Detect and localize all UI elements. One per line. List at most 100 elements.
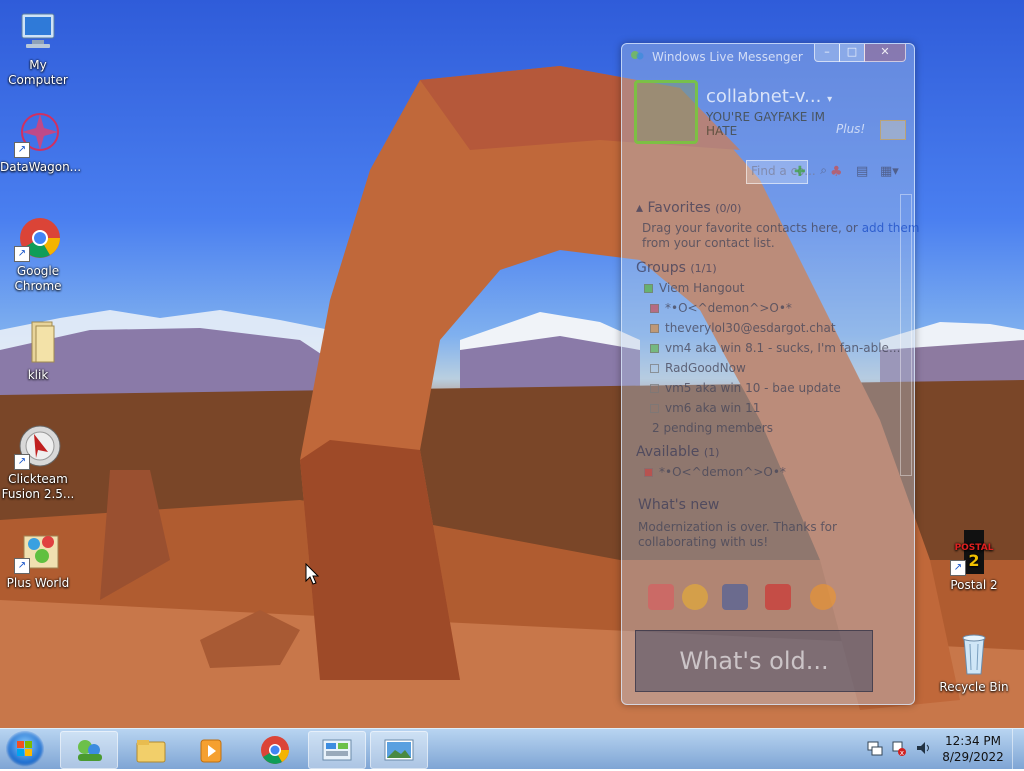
contact-item[interactable]: vm6 aka win 11: [650, 401, 760, 415]
taskbar-control-panel-button[interactable]: [308, 731, 366, 769]
menu-icon[interactable]: ▦▾: [880, 164, 906, 180]
messenger-buddy-icon: [630, 50, 644, 62]
start-button[interactable]: [6, 731, 44, 767]
taskbar-clock[interactable]: 12:34 PM 8/29/2022: [940, 733, 1006, 765]
desktop-icon-google-chrome[interactable]: ↗ Google Chrome: [0, 214, 76, 294]
media-player-icon: [200, 739, 222, 763]
desktop-icon-plus-world[interactable]: ↗ Plus World: [0, 526, 76, 591]
contact-item[interactable]: RadGoodNow: [650, 361, 746, 375]
control-panel-icon: [322, 739, 352, 761]
datawagon-icon: ↗: [14, 110, 62, 158]
window-title: Windows Live Messenger: [652, 50, 803, 64]
minimize-button[interactable]: –: [814, 44, 840, 62]
messenger-window[interactable]: Windows Live Messenger – □ ✕ collabnet-v…: [621, 43, 920, 705]
busy-status-icon: [650, 304, 659, 313]
postal2-icon: POSTAL 2 ↗: [950, 528, 998, 576]
profile-picture[interactable]: [634, 80, 698, 144]
shortcut-arrow-icon: ↗: [14, 142, 30, 158]
desktop-icon-label: Google Chrome: [14, 264, 62, 293]
status-message[interactable]: YOU'RE GAYFAKE IM HATE: [706, 110, 826, 138]
taskbar-media-player-button[interactable]: [182, 731, 240, 769]
shortcut-arrow-icon: ↗: [14, 558, 30, 574]
taskbar-explorer-button[interactable]: [122, 731, 180, 769]
busy-status-icon: [644, 468, 653, 477]
offline-status-icon: [650, 364, 659, 373]
facebook-icon[interactable]: [722, 584, 748, 610]
youtube-icon[interactable]: [765, 584, 791, 610]
show-desktop-button[interactable]: [1012, 729, 1024, 769]
messenger-icon: [78, 740, 102, 761]
shortcut-arrow-icon: ↗: [950, 560, 966, 576]
promo-banner[interactable]: What's old...: [635, 630, 873, 692]
contact-item[interactable]: vm5 aka win 10 - bae update: [650, 381, 841, 395]
recycle-bin-icon: [950, 630, 998, 678]
windows-logo-icon: [17, 741, 32, 756]
search-icon[interactable]: ⌕: [820, 163, 827, 178]
svg-text:x: x: [900, 749, 904, 757]
pending-members-link[interactable]: 2 pending members: [652, 421, 773, 435]
desktop-icon-label: Clickteam Fusion 2.5...: [1, 472, 75, 501]
whats-new-text: Modernization is over. Thanks for collab…: [638, 520, 837, 549]
contact-item[interactable]: *•O<^demon^>O•*: [650, 301, 792, 315]
desktop-icon-label: Recycle Bin: [939, 680, 1009, 694]
shortcut-arrow-icon: ↗: [14, 246, 30, 262]
network-warning-icon[interactable]: x: [890, 739, 908, 757]
layout-icon[interactable]: ▤: [856, 164, 876, 180]
contact-item[interactable]: *•O<^demon^>O•*: [644, 465, 786, 479]
desktop-icon-postal-2[interactable]: POSTAL 2 ↗ Postal 2: [936, 528, 1012, 593]
groups-header[interactable]: Groups (1/1): [636, 260, 717, 276]
computer-icon: [14, 8, 62, 56]
volume-icon[interactable]: [914, 739, 932, 757]
away-status-icon: [650, 324, 659, 333]
offline-status-icon: [650, 404, 659, 413]
available-header[interactable]: Available (1): [636, 444, 719, 460]
chrome-icon: ↗: [14, 214, 62, 262]
plus-world-icon: ↗: [14, 526, 62, 574]
clickteam-icon: ↗: [14, 422, 62, 470]
sun-service-icon[interactable]: [810, 584, 836, 610]
taskbar-photo-viewer-button[interactable]: [370, 731, 428, 769]
svg-text:2: 2: [968, 551, 979, 570]
desktop-icon-datawagon[interactable]: ↗ DataWagon...: [0, 110, 82, 175]
taskbar: x 12:34 PM 8/29/2022: [0, 728, 1024, 769]
desktop-icon-label: DataWagon...: [0, 160, 82, 174]
messenger-logo-icon[interactable]: ♣: [830, 164, 850, 180]
action-center-icon[interactable]: [866, 739, 884, 757]
desktop-icon-label: Postal 2: [950, 578, 998, 592]
chrome-icon: [261, 736, 289, 764]
add-contact-icon[interactable]: ✚: [794, 164, 816, 180]
social-service-1-icon[interactable]: [648, 584, 674, 610]
group-item[interactable]: Viem Hangout: [644, 281, 744, 295]
whats-new-header: What's new: [638, 497, 720, 513]
chrome-service-icon[interactable]: [682, 584, 708, 610]
desktop-icon-klik[interactable]: klik: [0, 318, 76, 383]
contact-list-scrollbar[interactable]: [900, 194, 912, 476]
taskbar-messenger-button[interactable]: [60, 731, 118, 769]
close-button[interactable]: ✕: [864, 44, 906, 62]
file-explorer-icon: [136, 740, 166, 763]
desktop-icon-label: klik: [27, 368, 49, 382]
display-name[interactable]: collabnet-v... ▾: [706, 86, 832, 107]
desktop-icon-my-computer[interactable]: My Computer: [0, 8, 76, 88]
favorites-hint: Drag your favorite contacts here, or add…: [642, 221, 920, 235]
maximize-button[interactable]: □: [839, 44, 865, 62]
contact-item[interactable]: vm4 aka win 8.1 - sucks, I'm fan-able...: [650, 341, 900, 355]
mail-icon[interactable]: [880, 120, 906, 140]
clock-date: 8/29/2022: [942, 750, 1004, 764]
contact-item[interactable]: theverylol30@esdargot.chat: [650, 321, 836, 335]
group-icon: [644, 284, 653, 293]
offline-status-icon: [650, 384, 659, 393]
clock-time: 12:34 PM: [945, 734, 1001, 748]
desktop-icon-label: My Computer: [8, 58, 68, 87]
desktop-icon-label: Plus World: [6, 576, 70, 590]
title-bar[interactable]: Windows Live Messenger – □ ✕: [622, 44, 914, 70]
online-status-icon: [650, 344, 659, 353]
desktop-icon-recycle-bin[interactable]: Recycle Bin: [936, 630, 1012, 695]
favorites-header[interactable]: ▴ Favorites (0/0): [636, 200, 741, 216]
plus-label[interactable]: Plus!: [836, 122, 865, 136]
desktop-icon-clickteam-fusion[interactable]: ↗ Clickteam Fusion 2.5...: [0, 422, 76, 502]
photo-viewer-icon: [384, 739, 414, 761]
taskbar-chrome-button[interactable]: [246, 731, 304, 769]
mouse-cursor-icon: [305, 563, 319, 585]
shortcut-arrow-icon: ↗: [14, 454, 30, 470]
